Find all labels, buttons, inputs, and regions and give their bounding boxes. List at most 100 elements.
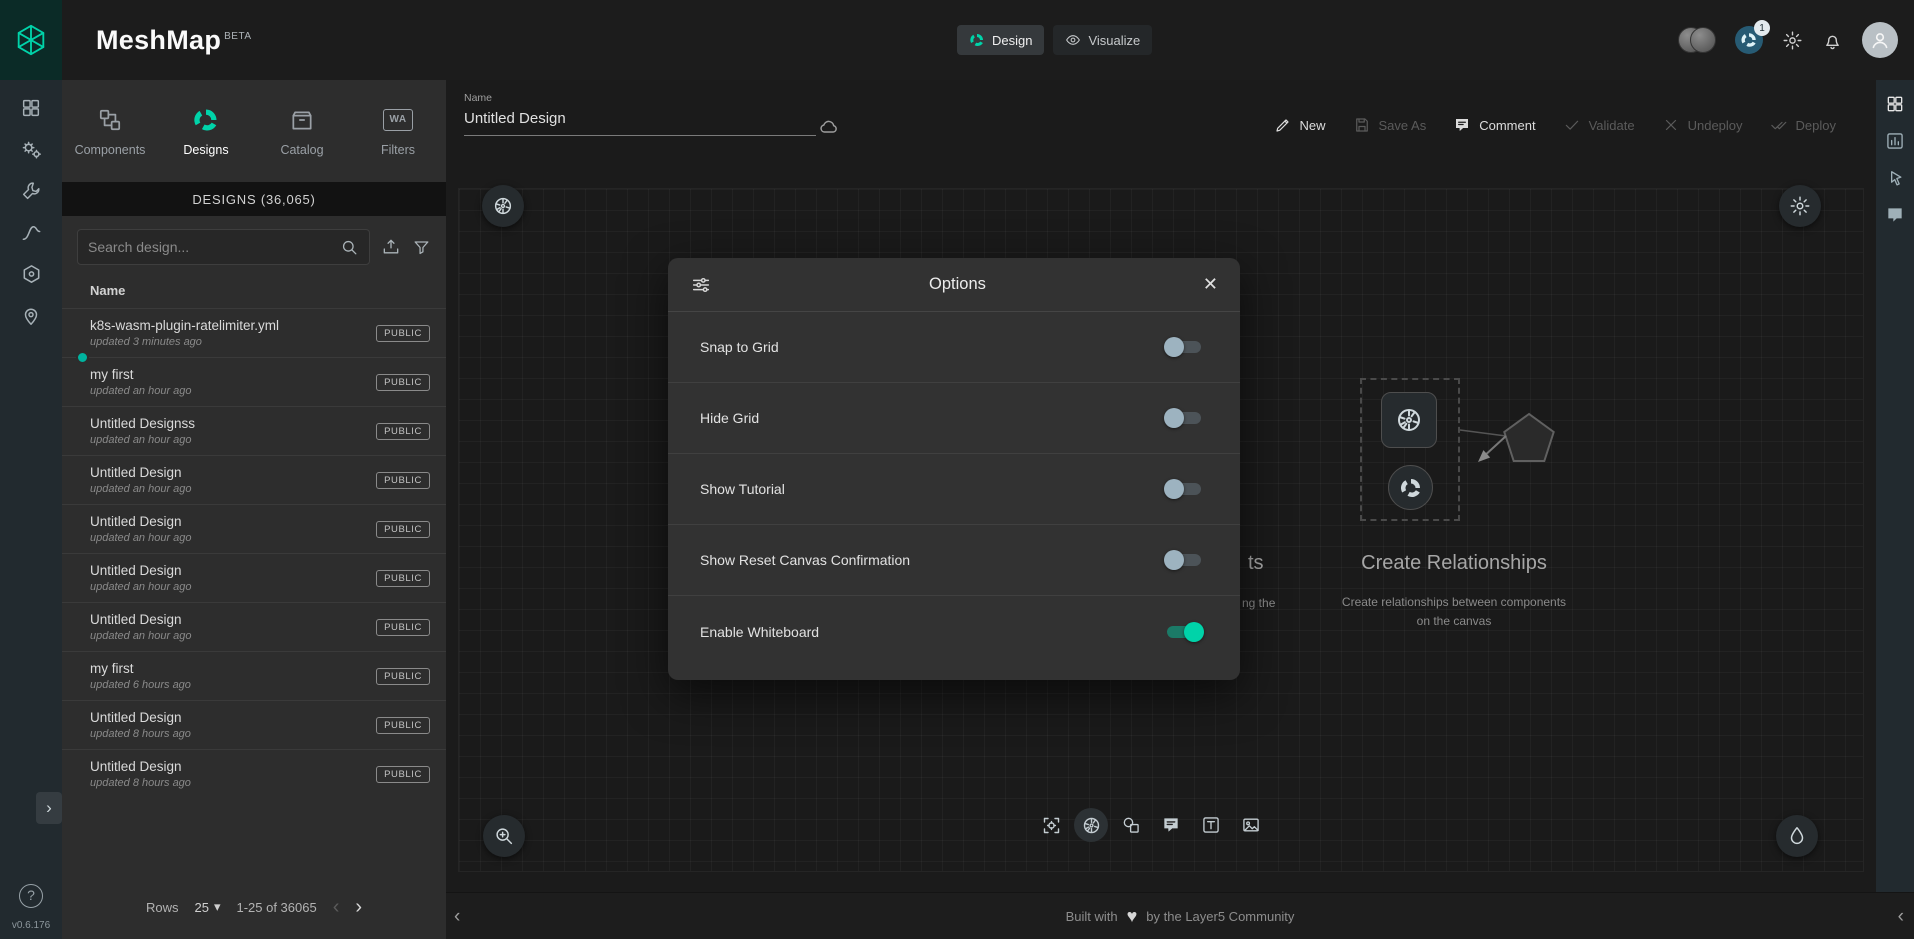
design-list-item[interactable]: Untitled Designupdated 8 hours ago PUBLI… [62, 700, 446, 749]
media-tool[interactable] [1234, 808, 1268, 842]
collaborator-avatar[interactable] [1690, 27, 1716, 53]
layer5-logo[interactable] [0, 0, 62, 80]
new-design-button[interactable]: New [1274, 116, 1326, 134]
visualize-mode-button[interactable]: Visualize [1053, 25, 1152, 55]
component-scan-tool[interactable] [1034, 808, 1068, 842]
right-dock-rail [1876, 80, 1914, 892]
footer-text-suffix: by the Layer5 Community [1146, 909, 1294, 924]
hide-grid-toggle[interactable] [1164, 408, 1204, 428]
notifications-button[interactable] [1822, 30, 1843, 51]
tab-filters[interactable]: WA Filters [350, 80, 446, 182]
design-list-item[interactable]: Untitled Designupdated an hour ago PUBLI… [62, 553, 446, 602]
kubernetes-tool[interactable] [1074, 808, 1108, 842]
designs-sidebar: Components Designs Catalog WA Filters DE… [62, 80, 446, 939]
visibility-badge: PUBLIC [376, 619, 430, 636]
design-list: k8s-wasm-plugin-ratelimiter.ymlupdated 3… [62, 308, 446, 883]
design-list-item[interactable]: my firstupdated 6 hours ago PUBLIC [62, 651, 446, 700]
close-button[interactable]: ✕ [1203, 274, 1218, 295]
design-name-input[interactable] [464, 104, 816, 136]
text-tool[interactable] [1194, 808, 1228, 842]
shapes-icon [1121, 815, 1141, 835]
rows-label: Rows [146, 900, 179, 915]
bar-chart-icon [1885, 131, 1905, 151]
components-icon [97, 106, 123, 134]
kubernetes-wheel-icon [1081, 815, 1102, 836]
help-button[interactable]: ? [19, 884, 43, 908]
zoom-button[interactable] [483, 815, 525, 857]
design-list-item[interactable]: Untitled Designssupdated an hour ago PUB… [62, 406, 446, 455]
rail-expand-button[interactable]: › [36, 792, 62, 824]
search-box [77, 229, 370, 265]
top-header: MeshMapBETA Design Visualize 1 [0, 0, 1914, 80]
design-list-item[interactable]: Untitled Designupdated 8 hours ago PUBLI… [62, 749, 446, 798]
undeploy-button[interactable]: Undeploy [1662, 116, 1743, 134]
heart-icon: ♥ [1127, 907, 1138, 925]
dock-chat-button[interactable] [1885, 205, 1905, 225]
snap-to-grid-toggle[interactable] [1164, 337, 1204, 357]
nav-location-button[interactable] [20, 305, 42, 327]
mode-switch: Design Visualize [957, 25, 1152, 55]
rows-per-page-select[interactable]: 25 ▾ [194, 899, 220, 915]
dock-analytics-button[interactable] [1885, 131, 1905, 151]
merge-drop-button[interactable] [1776, 815, 1818, 857]
comment-tool[interactable] [1154, 808, 1188, 842]
search-icon[interactable] [340, 238, 359, 257]
user-avatar[interactable] [1862, 22, 1898, 58]
design-mode-button[interactable]: Design [957, 25, 1044, 55]
show-tutorial-toggle[interactable] [1164, 479, 1204, 499]
tab-designs[interactable]: Designs [158, 80, 254, 182]
grid-icon [1885, 94, 1905, 114]
visibility-badge: PUBLIC [376, 668, 430, 685]
design-list-item[interactable]: k8s-wasm-plugin-ratelimiter.ymlupdated 3… [62, 308, 446, 357]
collapse-left-button[interactable]: ‹ [454, 893, 460, 939]
collapse-right-button[interactable]: ‹ [1898, 893, 1904, 939]
options-modal-header: Options ✕ [668, 258, 1240, 312]
gears-icon [20, 138, 43, 161]
search-row [62, 216, 446, 274]
options-modal: Options ✕ Snap to Grid Hide Grid Show Tu… [668, 258, 1240, 680]
double-check-icon [1770, 116, 1788, 134]
deploy-button[interactable]: Deploy [1770, 116, 1836, 134]
canvas-options-button[interactable] [1779, 185, 1821, 227]
meshery-node-icon [1388, 465, 1433, 510]
left-nav-rail: › ? v0.6.176 [0, 80, 62, 939]
dock-grid-button[interactable] [1885, 94, 1905, 114]
next-page-button[interactable]: › [355, 897, 362, 917]
settings-button[interactable] [1782, 30, 1803, 51]
tab-catalog[interactable]: Catalog [254, 80, 350, 182]
design-list-item[interactable]: Untitled Designupdated an hour ago PUBLI… [62, 504, 446, 553]
person-icon [1869, 29, 1891, 51]
comment-button[interactable]: Comment [1453, 116, 1535, 134]
option-row: Show Tutorial [668, 454, 1240, 525]
validate-button[interactable]: Validate [1563, 116, 1635, 134]
visibility-badge: PUBLIC [376, 472, 430, 489]
search-input[interactable] [88, 239, 332, 255]
shapes-tool[interactable] [1114, 808, 1148, 842]
text-icon [1201, 815, 1221, 835]
nav-lifecycle-button[interactable] [20, 138, 43, 161]
import-design-icon[interactable] [381, 237, 401, 257]
nav-performance-button[interactable] [20, 221, 43, 244]
nav-configuration-button[interactable] [20, 180, 42, 202]
prev-page-button[interactable]: ‹ [333, 897, 340, 917]
enable-whiteboard-toggle[interactable] [1164, 622, 1204, 642]
design-list-item[interactable]: Untitled Designupdated an hour ago PUBLI… [62, 455, 446, 504]
design-name-label: Name [464, 92, 816, 104]
tab-components[interactable]: Components [62, 80, 158, 182]
nav-dashboard-button[interactable] [20, 97, 42, 119]
filter-icon[interactable] [412, 238, 431, 257]
show-reset-canvas-confirmation-toggle[interactable] [1164, 550, 1204, 570]
gear-icon [1782, 30, 1803, 51]
meshery-extension-button[interactable]: 1 [1735, 26, 1763, 54]
kubernetes-context-button[interactable] [482, 185, 524, 227]
design-list-item[interactable]: Untitled Designupdated an hour ago PUBLI… [62, 602, 446, 651]
design-list-item[interactable]: my firstupdated an hour ago PUBLIC [62, 357, 446, 406]
nav-extensions-button[interactable] [20, 263, 43, 286]
option-row: Snap to Grid [668, 312, 1240, 383]
dock-pointer-button[interactable] [1885, 168, 1905, 188]
footer-text-prefix: Built with [1066, 909, 1118, 924]
relationship-arrow-shape [1454, 410, 1574, 500]
designs-count-bar: DESIGNS (36,065) [62, 182, 446, 216]
save-as-button[interactable]: Save As [1353, 116, 1427, 134]
visibility-badge: PUBLIC [376, 325, 430, 342]
